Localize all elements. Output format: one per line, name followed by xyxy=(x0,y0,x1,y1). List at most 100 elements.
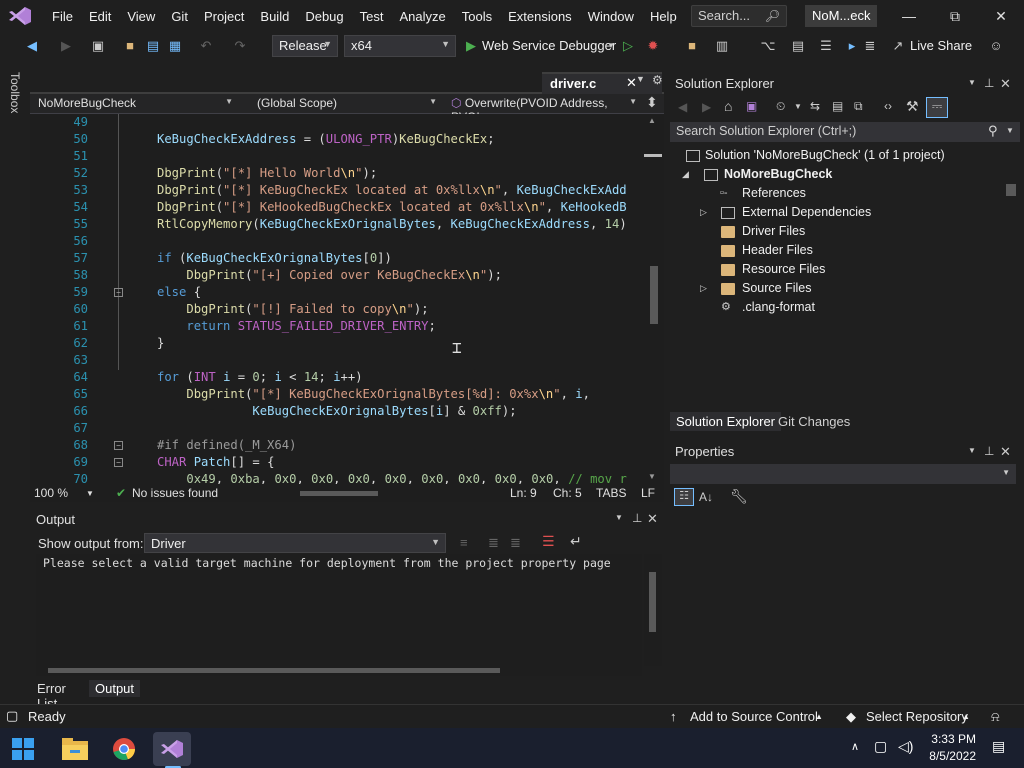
maximize-button[interactable]: ⧉ xyxy=(932,0,978,32)
menu-tools[interactable]: Tools xyxy=(454,9,500,24)
platform-dropdown[interactable]: x64 ▼ xyxy=(344,35,456,57)
select-repository-button[interactable]: Select Repository xyxy=(866,709,968,724)
toolbox-tab[interactable]: Toolbox xyxy=(8,72,22,113)
chevron-down-icon[interactable]: ▼ xyxy=(968,446,976,455)
network-icon[interactable]: ▢ xyxy=(874,738,887,755)
output-source-dropdown[interactable]: Driver ▼ xyxy=(144,533,446,553)
global-search-box[interactable]: Search... 🔎︎ xyxy=(691,5,787,27)
project-dropdown[interactable]: NoMoreBugCheck ▼ xyxy=(32,95,237,113)
step-icon[interactable]: ≣ xyxy=(862,38,878,54)
scroll-down-icon[interactable]: ▼ xyxy=(648,472,656,481)
breakpoint-icon[interactable]: ▸ xyxy=(844,38,860,54)
save-all-icon[interactable]: ▦ xyxy=(167,38,183,54)
collapsed-arrow-icon[interactable]: ▷ xyxy=(700,203,707,222)
forward-icon[interactable]: ▶ xyxy=(58,38,74,54)
back-icon[interactable]: ◀ xyxy=(678,100,687,114)
alphabetical-icon[interactable]: A↓ xyxy=(699,490,713,504)
start-without-debugging-icon[interactable]: ▷ xyxy=(620,38,636,54)
sync-icon[interactable]: ⇆ xyxy=(810,99,820,113)
notification-center-icon[interactable]: ▤ xyxy=(992,738,1005,755)
pin-icon[interactable]: ⊥ xyxy=(984,76,994,90)
chevron-down-icon[interactable]: ▼ xyxy=(615,513,623,522)
next-message-icon[interactable]: ≣ xyxy=(510,535,521,551)
chevron-up-icon[interactable]: ▲ xyxy=(962,712,970,721)
debugger-label[interactable]: Web Service Debugger xyxy=(482,38,616,53)
clear-all-icon[interactable]: ☰ xyxy=(542,533,555,550)
zoom-level[interactable]: 100 % xyxy=(34,486,68,500)
issues-status[interactable]: No issues found xyxy=(132,486,218,500)
property-pages-icon[interactable]: 🔧︎ xyxy=(730,488,748,505)
expanded-arrow-icon[interactable]: ◢ xyxy=(682,165,689,184)
tree-item-solution[interactable]: Solution 'NoMoreBugCheck' (1 of 1 projec… xyxy=(670,146,1020,165)
close-window-button[interactable]: ✕ xyxy=(978,0,1024,32)
chevron-up-icon[interactable]: ∧ xyxy=(851,740,859,753)
scroll-thumb[interactable] xyxy=(48,668,500,673)
start-debugging-icon[interactable]: ▶ xyxy=(463,38,479,54)
scope-dropdown[interactable]: (Global Scope) ▼ xyxy=(251,95,441,113)
collapse-icon[interactable]: − xyxy=(114,288,123,297)
chevron-down-icon[interactable]: ▼ xyxy=(794,102,802,111)
menu-window[interactable]: Window xyxy=(580,9,642,24)
layout-icon[interactable]: ▥ xyxy=(714,38,730,54)
close-panel-icon[interactable]: ✕ xyxy=(647,511,658,527)
back-icon[interactable]: ◀ xyxy=(24,38,40,54)
solution-configurations-icon[interactable]: ■ xyxy=(684,38,700,54)
menu-debug[interactable]: Debug xyxy=(297,9,351,24)
hot-reload-icon[interactable]: ✹ xyxy=(645,38,661,54)
menu-git[interactable]: Git xyxy=(163,9,196,24)
live-share-button[interactable]: Live Share xyxy=(910,38,972,53)
git-icon[interactable]: ⌥ xyxy=(760,38,776,54)
collapse-all-icon[interactable]: ▤ xyxy=(832,99,843,113)
pin-icon[interactable]: ⊥ xyxy=(632,511,642,525)
collapse-icon[interactable]: − xyxy=(114,458,123,467)
member-dropdown[interactable]: ⬡ Overwrite(PVOID Address, PVOI ▼ xyxy=(445,95,641,124)
bookmark-icon[interactable]: ☰ xyxy=(818,38,834,54)
chevron-down-icon[interactable]: ▼ xyxy=(603,38,619,54)
menu-analyze[interactable]: Analyze xyxy=(391,9,453,24)
chrome-button[interactable] xyxy=(105,732,143,766)
share-icon[interactable]: ↗ xyxy=(890,38,906,54)
new-project-icon[interactable]: ▣ xyxy=(90,38,106,54)
menu-view[interactable]: View xyxy=(119,9,163,24)
menu-extensions[interactable]: Extensions xyxy=(500,9,580,24)
output-horizontal-scrollbar[interactable] xyxy=(36,666,642,676)
tree-item-clang-format[interactable]: ⚙ .clang-format xyxy=(670,298,1020,317)
open-folder-icon[interactable]: ■ xyxy=(122,38,138,54)
tree-item-resource-files[interactable]: Resource Files xyxy=(670,260,1020,279)
output-text-area[interactable]: Please select a valid target machine for… xyxy=(36,554,642,666)
scroll-thumb[interactable] xyxy=(1006,184,1016,196)
start-button[interactable] xyxy=(4,732,42,766)
output-vertical-scrollbar[interactable] xyxy=(644,554,662,666)
chevron-down-icon[interactable]: ▼ xyxy=(968,78,976,87)
tree-item-external-dependencies[interactable]: ▷ External Dependencies xyxy=(670,203,1020,222)
system-clock[interactable]: 3:33 PM 8/5/2022 xyxy=(929,731,976,765)
tree-item-source-files[interactable]: ▷ Source Files xyxy=(670,279,1020,298)
comment-icon[interactable]: ▤ xyxy=(790,38,806,54)
menu-build[interactable]: Build xyxy=(252,9,297,24)
switch-views-icon[interactable]: ▣ xyxy=(746,99,757,113)
tab-output[interactable]: Output xyxy=(89,680,141,697)
tree-item-references[interactable]: ▫‐ References xyxy=(670,184,1020,203)
find-message-icon[interactable]: ≡ xyxy=(460,535,468,550)
char-indicator[interactable]: Ch: 5 xyxy=(553,486,582,500)
tree-item-driver-files[interactable]: Driver Files xyxy=(670,222,1020,241)
close-panel-icon[interactable]: ✕ xyxy=(1000,76,1011,92)
volume-icon[interactable]: ◁) xyxy=(898,738,913,755)
home-icon[interactable]: ⌂ xyxy=(724,98,732,114)
visual-studio-button[interactable] xyxy=(153,732,191,768)
show-all-files-icon[interactable]: ⧉ xyxy=(854,99,863,114)
tab-solution-explorer[interactable]: Solution Explorer xyxy=(670,412,781,431)
prev-message-icon[interactable]: ≣ xyxy=(488,535,499,551)
collapsed-arrow-icon[interactable]: ▷ xyxy=(700,279,707,298)
line-ending-indicator[interactable]: LF xyxy=(641,486,655,500)
code-editor[interactable]: 49 50 KeBugCheckExAddress = (ULONG_PTR)Ke… xyxy=(30,114,644,484)
solution-name-badge[interactable]: NoM...eck xyxy=(805,5,877,27)
tree-item-header-files[interactable]: Header Files xyxy=(670,241,1020,260)
split-icon[interactable]: ⬍ xyxy=(646,94,658,111)
menu-test[interactable]: Test xyxy=(352,9,392,24)
scroll-thumb[interactable] xyxy=(649,572,656,632)
menu-help[interactable]: Help xyxy=(642,9,685,24)
scroll-up-icon[interactable]: ▲ xyxy=(648,116,656,125)
add-to-source-control-button[interactable]: Add to Source Control xyxy=(690,709,818,724)
chevron-up-icon[interactable]: ▲ xyxy=(815,712,823,721)
